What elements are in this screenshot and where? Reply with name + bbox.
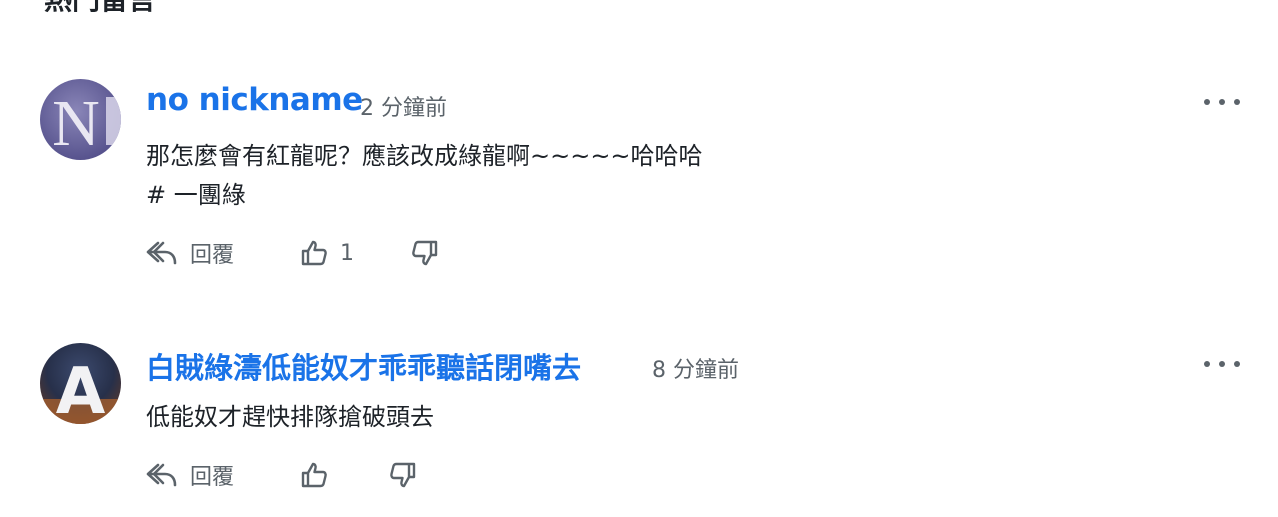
avatar-letter: A — [56, 355, 106, 424]
more-options-icon — [1204, 99, 1210, 105]
comment-time: 8 分鐘前 — [652, 358, 739, 383]
reply-icon — [146, 463, 177, 487]
comment-text-line: 低能奴才趕快排隊搶破頭去 — [146, 403, 434, 431]
reply-icon — [146, 241, 177, 265]
dislike-button[interactable] — [389, 458, 417, 492]
reply-label: 回覆 — [190, 243, 235, 268]
reply-button[interactable]: 回覆 — [146, 458, 234, 492]
avatar-image: A — [40, 343, 121, 424]
thumbs-down-icon — [390, 462, 416, 488]
comments-panel: 熱門留言 N no nickname 2 分鐘前 那怎麼會有紅 — [0, 0, 1278, 517]
thumbs-up-icon — [301, 240, 327, 266]
more-dot — [1234, 99, 1240, 105]
thumbs-down-icon — [412, 240, 438, 266]
reply-button[interactable]: 回覆 — [146, 236, 234, 270]
more-dot — [1219, 99, 1225, 105]
comment-text-line: 那怎麼會有紅龍呢？應該改成綠龍啊~~~~~哈哈哈 — [146, 142, 703, 170]
like-button[interactable]: 1 — [300, 236, 354, 270]
more-dot — [1219, 361, 1225, 367]
author-name[interactable]: no nickname — [146, 82, 363, 118]
more-options-button[interactable] — [1204, 354, 1240, 374]
like-button[interactable] — [300, 458, 328, 492]
more-dot — [1234, 361, 1240, 367]
reply-label: 回覆 — [190, 465, 235, 490]
comment-text-line: # 一團綠 — [146, 181, 246, 209]
section-title: 熱門留言 — [44, 0, 156, 18]
like-count: 1 — [340, 240, 354, 266]
author-name[interactable]: 白賊綠濤低能奴才乖乖聽話閉嘴去 — [146, 345, 581, 387]
thumbs-up-icon — [301, 462, 327, 488]
avatar-letter: N — [52, 87, 100, 160]
comment-time: 2 分鐘前 — [360, 96, 447, 121]
avatar[interactable]: N — [40, 79, 121, 160]
avatar-image: N — [40, 79, 121, 160]
avatar[interactable]: A — [40, 343, 121, 424]
more-options-icon — [1204, 361, 1210, 367]
dislike-button[interactable] — [411, 236, 439, 270]
more-options-button[interactable] — [1204, 92, 1240, 112]
